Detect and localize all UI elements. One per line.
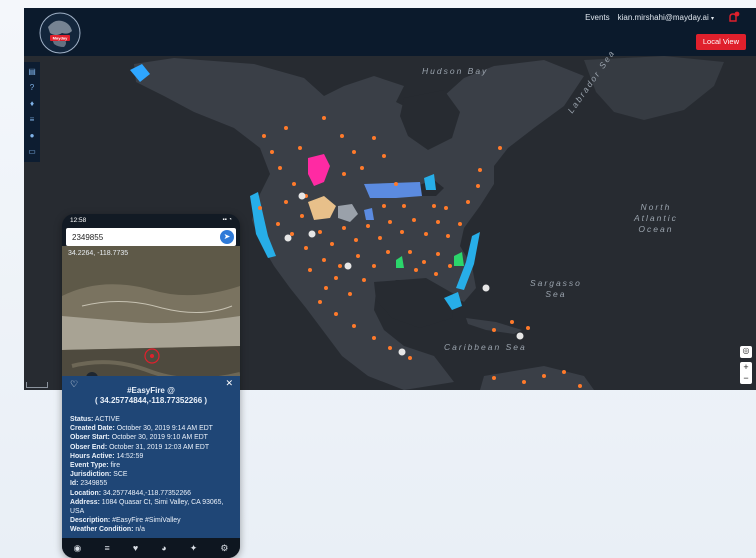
- event-details: Status: ACTIVE Created Date: October 30,…: [70, 415, 232, 535]
- status-time: 12:58: [70, 217, 87, 224]
- bottom-tab-bar: ◉ ≡ ♥ ◕ ✦ ⚙: [62, 538, 240, 558]
- coordinates-readout: 34.2264, -118.7735: [68, 250, 129, 257]
- zoom-controls: + −: [740, 362, 752, 384]
- caret-down-icon: ▾: [710, 16, 714, 22]
- tab-twitter-icon[interactable]: ✦: [190, 543, 198, 554]
- logo-text: Mayday: [53, 36, 68, 41]
- tab-list-icon[interactable]: ≡: [104, 543, 109, 553]
- local-view-button[interactable]: Local View: [695, 34, 746, 50]
- heart-icon[interactable]: ♡: [70, 379, 78, 390]
- label-north-atlantic: North Atlantic Ocean: [634, 202, 678, 234]
- zoom-out-button[interactable]: −: [740, 373, 752, 384]
- detail-row: Event Type: fire: [70, 462, 121, 470]
- top-bar: Mayday Events kian.mirshahi@mayday.ai ▾ …: [24, 8, 756, 56]
- detail-row: Address: 1084 Quasar Ct, Simi Valley, CA…: [70, 498, 224, 516]
- detail-row: Obser Start: October 30, 2019 9:10 AM ED…: [70, 434, 208, 442]
- label-bering-sea: Hudson Bay: [422, 66, 489, 76]
- user-email: kian.mirshahi@mayday.ai: [617, 13, 709, 22]
- user-menu[interactable]: kian.mirshahi@mayday.ai ▾: [618, 13, 714, 22]
- mobile-app: 12:58 ▪▪ ◔ ➤ 34.2264, -118.7735 ♡ ✕ #Eas…: [62, 214, 240, 558]
- notification-bell-icon[interactable]: [726, 11, 740, 25]
- scale-bar: [26, 382, 48, 388]
- satellite-map[interactable]: [62, 246, 240, 396]
- zoom-in-button[interactable]: +: [740, 362, 752, 373]
- layers-icon[interactable]: ▤: [27, 66, 37, 78]
- camera-icon[interactable]: ▭: [27, 146, 37, 158]
- south-america-land: [480, 366, 594, 390]
- marker-icon[interactable]: ●: [27, 130, 37, 142]
- label-caribbean-sea: Caribbean Sea: [444, 342, 527, 352]
- detail-row: Status: ACTIVE: [70, 416, 120, 423]
- map-toolbar: ▤ ? ♦ ≡ ● ▭: [24, 62, 40, 162]
- search-input[interactable]: [66, 228, 236, 246]
- detail-row: Created Date: October 30, 2019 9:14 AM E…: [70, 425, 213, 433]
- locate-icon[interactable]: ◎: [740, 346, 752, 358]
- detail-row: Hours Active: 14:52:59: [70, 452, 144, 460]
- status-bar: 12:58 ▪▪ ◔: [62, 214, 240, 227]
- detail-row: Weather Condition: n/a: [70, 526, 145, 534]
- status-icons: ▪▪ ◔: [222, 217, 232, 223]
- tab-globe-icon[interactable]: ◉: [74, 543, 82, 554]
- tab-settings-gear-icon[interactable]: ⚙: [220, 543, 228, 554]
- detail-row: Jurisdiction: SCE: [70, 471, 128, 479]
- detail-row: Location: 34.25774844,-118.77352266: [70, 489, 191, 497]
- tab-favorites-icon[interactable]: ♥: [133, 543, 138, 553]
- top-nav: Events kian.mirshahi@mayday.ai ▾: [585, 13, 714, 22]
- navigate-arrow-icon[interactable]: ➤: [220, 230, 234, 244]
- tab-stats-icon[interactable]: ◕: [161, 543, 166, 553]
- event-region-blue: [364, 182, 422, 198]
- label-sargasso-sea: Sargasso Sea: [530, 278, 582, 299]
- help-icon[interactable]: ?: [27, 82, 37, 94]
- events-link[interactable]: Events: [585, 13, 609, 22]
- event-title: #EasyFire @ ( 34.25774844,-118.77352266 …: [94, 386, 208, 405]
- list-icon[interactable]: ≡: [27, 114, 37, 126]
- detail-row: Obser End: October 31, 2019 12:03 AM EDT: [70, 443, 210, 451]
- detail-row: Id: 2349855: [70, 480, 108, 488]
- detail-row: Description: #EasyFire #SimiValley: [70, 517, 181, 525]
- close-icon[interactable]: ✕: [225, 378, 233, 389]
- event-detail-card: ♡ ✕ #EasyFire @ ( 34.25774844,-118.77352…: [62, 376, 240, 538]
- globe-logo-icon[interactable]: Mayday: [38, 11, 82, 55]
- flame-icon[interactable]: ♦: [27, 98, 37, 110]
